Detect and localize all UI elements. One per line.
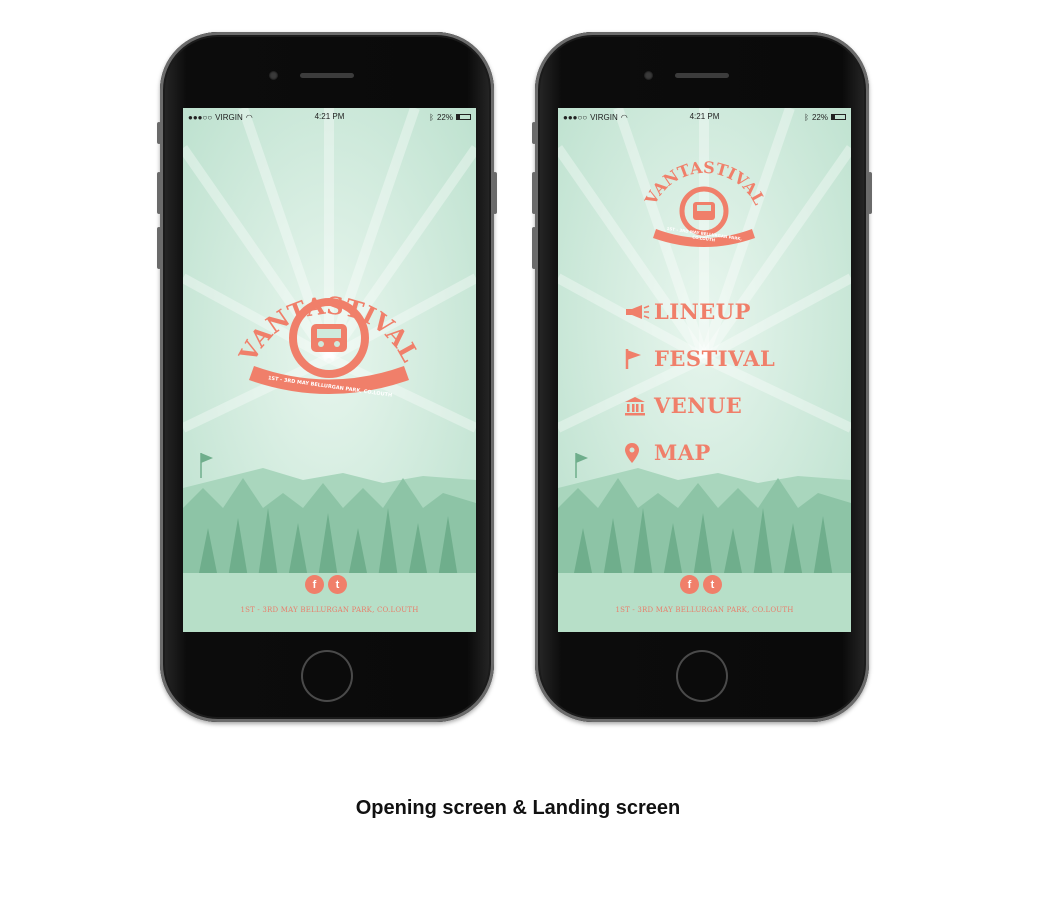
menu-label-venue: VENUE: [654, 393, 743, 418]
menu-item-festival[interactable]: FESTIVAL: [624, 335, 775, 382]
opening-screen: ●●●○○ VIRGIN ◠ 4:21 PM ᛒ 22% VANTASTIVAL…: [183, 108, 476, 632]
volume-down-button: [157, 227, 161, 269]
twitter-icon[interactable]: t: [328, 575, 347, 594]
volume-up-button: [532, 172, 536, 214]
facebook-icon[interactable]: f: [305, 575, 324, 594]
carrier-name: VIRGIN: [215, 112, 243, 122]
logo-title: VANTASTIVAL: [233, 291, 425, 368]
flag-icon: [624, 348, 654, 370]
battery-icon: [456, 114, 471, 120]
bluetooth-icon: ᛒ: [429, 112, 434, 122]
wifi-icon: ◠: [620, 112, 628, 122]
phone-opening: ●●●○○ VIRGIN ◠ 4:21 PM ᛒ 22% VANTASTIVAL…: [157, 32, 497, 722]
svg-text:VANTASTIVAL: VANTASTIVAL: [233, 291, 425, 368]
earpiece-speaker: [300, 73, 354, 78]
footer-text: 1ST - 3RD MAY BELLURGAN PARK, CO.LOUTH: [615, 606, 794, 614]
wifi-icon: ◠: [245, 112, 253, 122]
building-icon: [624, 396, 654, 416]
signal-strength: ●●●○○: [563, 112, 588, 122]
home-button[interactable]: [676, 650, 728, 702]
caption: Opening screen & Landing screen: [355, 797, 681, 819]
footer-text: 1ST - 3RD MAY BELLURGAN PARK, CO.LOUTH: [240, 606, 419, 614]
power-button: [868, 172, 872, 214]
landing-screen: ●●●○○ VIRGIN ◠ 4:21 PM ᛒ 22% VANTASTIVAL…: [558, 108, 851, 632]
map-pin-icon: [624, 442, 654, 464]
menu-item-venue[interactable]: VENUE: [624, 382, 775, 429]
phone-landing: ●●●○○ VIRGIN ◠ 4:21 PM ᛒ 22% VANTASTIVAL…: [532, 32, 872, 722]
battery-icon: [831, 114, 846, 120]
bluetooth-icon: ᛒ: [804, 112, 809, 122]
twitter-icon[interactable]: t: [703, 575, 722, 594]
earpiece-speaker: [675, 73, 729, 78]
facebook-icon[interactable]: f: [680, 575, 699, 594]
menu-item-lineup[interactable]: LINEUP: [624, 288, 775, 335]
front-camera: [644, 71, 653, 80]
menu-item-map[interactable]: MAP: [624, 429, 775, 476]
social-links: f t: [305, 575, 347, 594]
carrier-name: VIRGIN: [590, 112, 618, 122]
status-bar: ●●●○○ VIRGIN ◠ 4:21 PM ᛒ 22%: [558, 108, 851, 126]
volume-down-button: [532, 227, 536, 269]
power-button: [493, 172, 497, 214]
front-camera: [269, 71, 278, 80]
signal-strength: ●●●○○: [188, 112, 213, 122]
menu-label-lineup: LINEUP: [654, 299, 751, 324]
social-links: f t: [680, 575, 722, 594]
battery-percent: 22%: [436, 112, 453, 122]
logo-title: VANTASTIVAL: [641, 158, 769, 209]
menu-label-map: MAP: [654, 440, 711, 465]
megaphone-icon: [624, 304, 654, 320]
mute-switch: [157, 122, 161, 144]
mute-switch: [532, 122, 536, 144]
menu-label-festival: FESTIVAL: [654, 346, 776, 371]
main-menu: LINEUP FESTIVAL VENUE MAP: [624, 288, 775, 476]
svg-text:VANTASTIVAL: VANTASTIVAL: [641, 158, 769, 209]
status-bar: ●●●○○ VIRGIN ◠ 4:21 PM ᛒ 22%: [183, 108, 476, 126]
volume-up-button: [157, 172, 161, 214]
battery-percent: 22%: [811, 112, 828, 122]
home-button[interactable]: [301, 650, 353, 702]
